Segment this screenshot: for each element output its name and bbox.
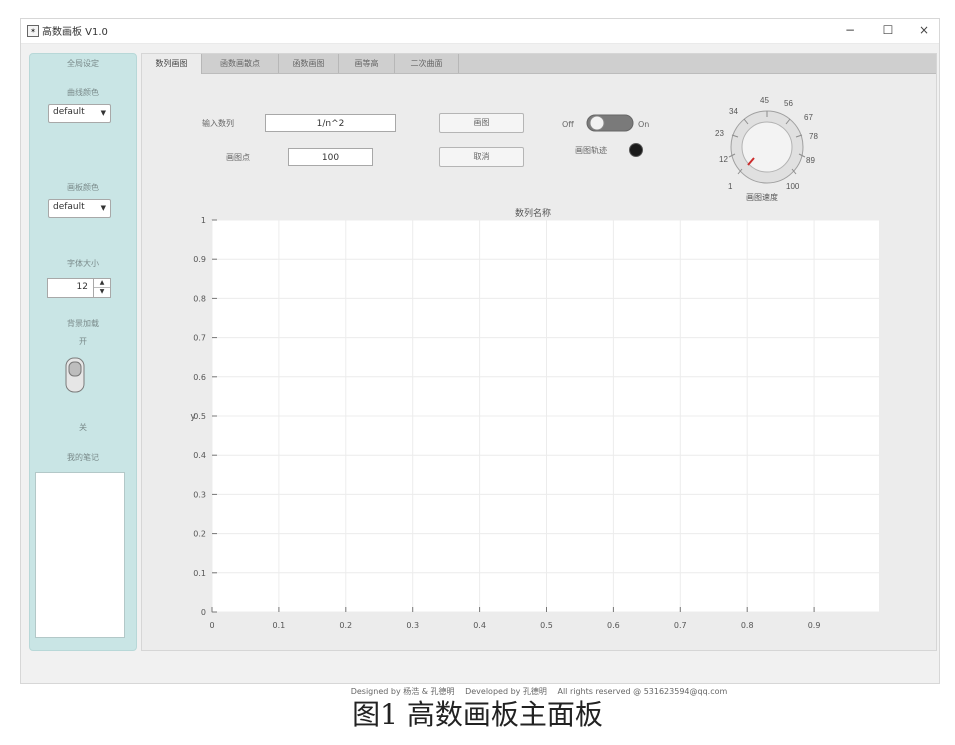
speed-label: 画图速度 (746, 192, 778, 202)
speed-tick-100: 100 (786, 182, 800, 191)
close-button[interactable]: × (911, 21, 937, 39)
y-tick-label: 0.8 (193, 294, 206, 303)
grid-off-label: 关 (79, 423, 87, 432)
line-color-value: default (53, 107, 85, 117)
grid-on-label: 开 (79, 337, 87, 346)
main-panel: 数列画图 函数画散点 函数画图 画等高 二次曲面 输入数列 1/n^2 画图点 … (141, 53, 937, 696)
font-size-spinner[interactable]: 12 ▲ ▼ (47, 278, 111, 298)
figure-caption: 图1 高数画板主面板 (352, 698, 603, 731)
x-tick-label: 0.4 (473, 621, 486, 630)
x-tick-label: 0 (209, 621, 214, 630)
x-tick-labels: 0 0.1 0.2 0.3 0.4 0.5 0.6 0.7 0.8 0.9 1 (209, 621, 879, 630)
tab-contour[interactable]: 画等高 (339, 54, 395, 73)
tab-bar: 数列画图 函数画散点 函数画图 画等高 二次曲面 (142, 54, 936, 74)
spinner-up-icon[interactable]: ▲ (94, 279, 110, 288)
points-label: 画图点 (226, 153, 250, 162)
sequence-input[interactable]: 1/n^2 (265, 114, 396, 132)
window-title: 高数画板 V1.0 (42, 27, 108, 38)
grid-load-label: 背景加载 (67, 319, 99, 328)
chevron-down-icon: ▼ (100, 109, 106, 117)
speed-tick-45: 45 (760, 96, 769, 105)
background-color-dropdown[interactable]: default ▼ (48, 199, 111, 218)
y-tick-label: 0.3 (193, 490, 206, 499)
spinner-down-icon[interactable]: ▼ (94, 288, 110, 296)
y-tick-label: 1 (201, 216, 206, 225)
speed-tick-23: 23 (715, 129, 724, 138)
tab-function-scatter[interactable]: 函数画散点 (202, 54, 279, 73)
trace-lamp (629, 143, 643, 157)
title-bar: ✶ 高数画板 V1.0 − ☐ × (21, 19, 939, 44)
sidebar-title: 全局设定 (67, 59, 99, 68)
speed-tick-12: 12 (719, 155, 728, 164)
notes-textarea[interactable] (35, 472, 125, 638)
x-tick-label: 0.7 (674, 621, 687, 630)
x-tick-label: 0.6 (607, 621, 620, 630)
y-axis-label: y (190, 412, 196, 422)
switch-on-label: On (638, 120, 650, 129)
y-tick-label: 0.1 (193, 569, 206, 578)
sequence-input-label: 输入数列 (202, 119, 234, 128)
x-tick-label: 0.3 (406, 621, 419, 630)
line-color-label: 曲线颜色 (67, 88, 99, 97)
sequence-plot: 数列名称 00.10.20.30.40.50.60.70.80.91 00.10… (190, 207, 879, 630)
background-color-value: default (53, 202, 85, 212)
font-size-value: 12 (76, 282, 88, 292)
speed-tick-89: 89 (806, 156, 815, 165)
cancel-button[interactable]: 取消 (439, 147, 524, 167)
y-tick-label: 0.7 (193, 334, 206, 343)
speed-tick-1: 1 (728, 182, 733, 191)
y-tick-label: 0.2 (193, 530, 206, 539)
speed-tick-34: 34 (729, 107, 738, 116)
tab-quadric-surface[interactable]: 二次曲面 (395, 54, 459, 73)
grid-toggle-switch[interactable] (60, 354, 90, 396)
y-tick-label: 0.6 (193, 373, 206, 382)
speed-tick-78: 78 (809, 132, 818, 141)
y-tick-label: 0.9 (193, 255, 206, 264)
background-color-label: 画板颜色 (67, 183, 99, 192)
points-input[interactable]: 100 (288, 148, 373, 166)
settings-sidebar: 全局设定 曲线颜色 default ▼ 画板颜色 default ▼ 字体大小 … (29, 53, 137, 651)
app-icon: ✶ (27, 25, 39, 37)
line-color-dropdown[interactable]: default ▼ (48, 104, 111, 123)
notes-label: 我的笔记 (67, 453, 99, 462)
tab-sequence-plot[interactable]: 数列画图 (142, 54, 202, 74)
font-size-label: 字体大小 (67, 259, 99, 268)
x-tick-label: 0.2 (339, 621, 352, 630)
x-tick-label: 0.8 (741, 621, 754, 630)
speed-tick-67: 67 (804, 113, 813, 122)
x-tick-label: 0.5 (540, 621, 553, 630)
x-tick-label: 1 (878, 621, 879, 630)
switch-off-label: Off (562, 120, 574, 129)
chart-title: 数列名称 (515, 207, 551, 219)
x-tick-label: 0.1 (273, 621, 286, 630)
y-tick-label: 0.4 (193, 451, 206, 460)
draw-button[interactable]: 画图 (439, 113, 524, 133)
trace-label: 画图轨迹 (575, 146, 607, 155)
tab-function-plot[interactable]: 函数画图 (279, 54, 339, 73)
app-window: ✶ 高数画板 V1.0 − ☐ × 全局设定 曲线颜色 default ▼ 画板… (20, 18, 940, 696)
chevron-down-icon: ▼ (100, 204, 106, 212)
speed-knob[interactable]: 1 12 23 34 45 56 67 78 89 100 画图速度 (698, 90, 836, 208)
speed-tick-56: 56 (784, 99, 793, 108)
maximize-button[interactable]: ☐ (875, 21, 901, 39)
x-tick-label: 0.9 (808, 621, 821, 630)
trace-switch[interactable] (586, 114, 634, 132)
y-tick-label: 0 (201, 608, 206, 617)
spinner-buttons: ▲ ▼ (93, 279, 110, 297)
minimize-button[interactable]: − (837, 21, 863, 39)
